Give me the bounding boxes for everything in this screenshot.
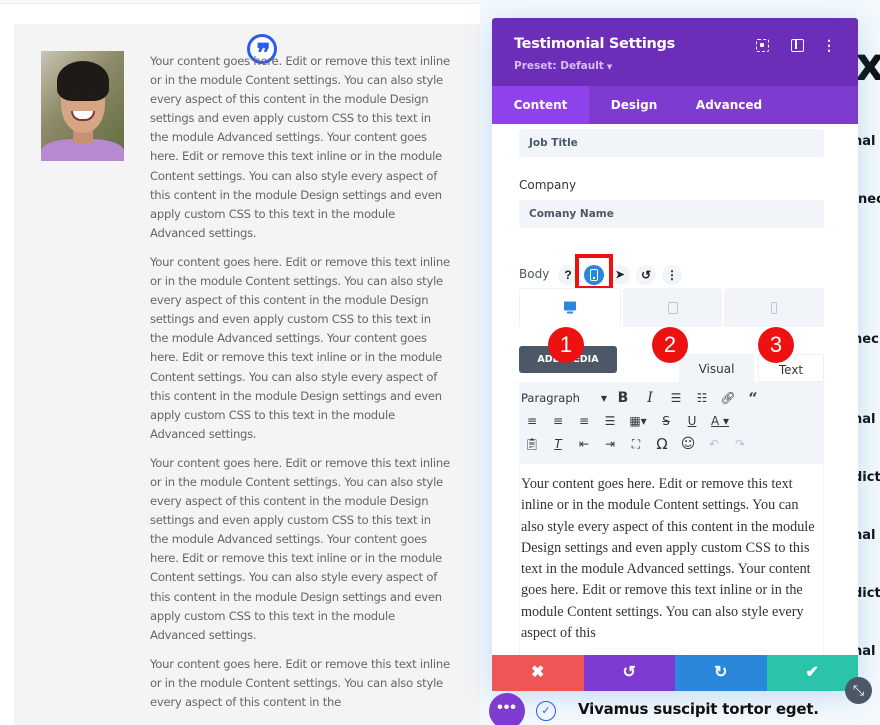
annotation-marker-3: 3: [758, 327, 794, 363]
focus-mode-icon[interactable]: [755, 38, 769, 52]
company-input[interactable]: Comany Name: [519, 200, 824, 228]
bold-icon[interactable]: B: [609, 390, 637, 406]
bullet-list-icon[interactable]: ☰: [663, 391, 689, 405]
redo-icon[interactable]: ↷: [727, 437, 753, 451]
testimonial-paragraph: Your content goes here. Edit or remove t…: [150, 656, 450, 709]
link-icon[interactable]: 🔗︎: [715, 391, 741, 405]
body-editor-content[interactable]: Your content goes here. Edit or remove t…: [519, 464, 824, 655]
undo-icon[interactable]: ↶: [701, 437, 727, 451]
body-editor-text: Your content goes here. Edit or remove t…: [521, 476, 815, 642]
testimonial-body-text[interactable]: Your content goes here. Edit or remove t…: [150, 52, 450, 722]
special-character-icon[interactable]: Ω: [649, 435, 675, 453]
testimonial-paragraph: Your content goes here. Edit or remove t…: [150, 254, 450, 441]
undo-button[interactable]: ↺: [583, 655, 675, 691]
resize-icon[interactable]: ⤡: [845, 677, 872, 704]
outdent-icon[interactable]: ⇤: [571, 437, 597, 451]
clear-formatting-icon[interactable]: T: [545, 437, 571, 451]
align-right-icon[interactable]: ≡: [571, 414, 597, 428]
testimonial-paragraph: Your content goes here. Edit or remove t…: [150, 54, 450, 240]
modal-body: Job Title Company Comany Name Body ? ➤ ↺…: [492, 124, 858, 655]
settings-tabs: Content Design Advanced: [492, 86, 858, 124]
testimonial-settings-modal: Testimonial Settings Preset: Default ▼ ⋮ …: [492, 18, 858, 691]
numbered-list-icon[interactable]: ☷: [689, 391, 715, 405]
discard-button[interactable]: ✖: [492, 655, 584, 691]
caret-down-icon: ▼: [606, 63, 613, 71]
job-title-input[interactable]: Job Title: [519, 129, 824, 157]
tab-content[interactable]: Content: [492, 86, 589, 124]
format-select[interactable]: Paragraph: [519, 391, 599, 405]
desktop-icon: [563, 301, 576, 314]
annotation-marker-1: 1: [548, 327, 584, 363]
paste-as-text-icon[interactable]: 📋︎: [519, 437, 545, 451]
editor-tab-visual[interactable]: Visual: [679, 354, 754, 382]
split-view-icon[interactable]: [790, 38, 804, 52]
heading-fragment: xp: [855, 37, 880, 91]
editor-toolbar: Paragraph ▼ B I ☰ ☷ 🔗︎ “ ≡ ≡ ≡ ☰ ▦▾ S U …: [519, 382, 824, 464]
check-circle-icon: ✓: [536, 701, 556, 721]
save-button[interactable]: ✔: [766, 655, 858, 691]
blockquote-icon[interactable]: “: [741, 389, 765, 408]
device-tab-phone[interactable]: [724, 288, 825, 327]
page-settings-button[interactable]: •••: [489, 693, 525, 725]
table-icon[interactable]: ▦▾: [623, 414, 653, 428]
preset-dropdown[interactable]: Preset: Default ▼: [514, 60, 612, 72]
device-tab-desktop[interactable]: [519, 288, 621, 327]
device-tab-tablet[interactable]: [622, 288, 723, 327]
text-fragment: nec: [858, 192, 880, 207]
reset-icon[interactable]: ↺: [636, 265, 656, 285]
underline-icon[interactable]: U: [679, 414, 705, 428]
company-label: Company: [519, 178, 577, 192]
phone-icon: [771, 301, 778, 314]
italic-icon[interactable]: I: [637, 390, 663, 406]
pointer-icon[interactable]: ➤: [610, 265, 630, 285]
modal-footer: ✖ ↺ ↻ ✔: [492, 655, 858, 691]
preset-label: Preset: Default: [514, 60, 604, 72]
align-left-icon[interactable]: ≡: [519, 414, 545, 428]
text-color-icon[interactable]: A ▾: [705, 414, 735, 428]
testimonial-paragraph: Your content goes here. Edit or remove t…: [150, 455, 450, 642]
tablet-icon: [667, 301, 678, 314]
annotation-marker-2: 2: [652, 327, 688, 363]
redo-button[interactable]: ↻: [675, 655, 767, 691]
tab-design[interactable]: Design: [589, 86, 679, 124]
modal-title: Testimonial Settings: [514, 36, 675, 52]
align-justify-icon[interactable]: ☰: [597, 414, 623, 428]
indent-icon[interactable]: ⇥: [597, 437, 623, 451]
more-icon[interactable]: ⋮: [662, 265, 682, 285]
tab-advanced[interactable]: Advanced: [679, 86, 779, 124]
device-tabs: [519, 288, 825, 327]
annotation-highlight-box: [575, 254, 613, 290]
align-center-icon[interactable]: ≡: [545, 414, 571, 428]
body-label: Body: [519, 267, 550, 281]
modal-header[interactable]: Testimonial Settings Preset: Default ▼ ⋮: [492, 18, 858, 86]
strikethrough-icon[interactable]: S: [653, 414, 679, 428]
more-options-icon[interactable]: ⋮: [822, 38, 836, 52]
fullscreen-icon[interactable]: ⛶: [623, 437, 649, 452]
list-item-text: Vivamus suscipit tortor eget.: [578, 700, 819, 718]
emoji-icon[interactable]: ☺: [675, 436, 701, 452]
portrait-photo: [41, 51, 124, 161]
caret-down-icon[interactable]: ▼: [599, 394, 609, 403]
